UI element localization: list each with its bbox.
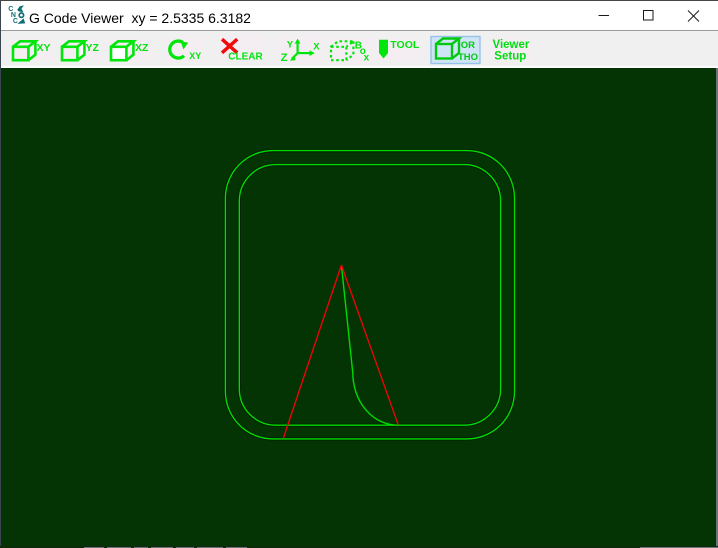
svg-text:Viewer: Viewer: [493, 39, 530, 51]
svg-text:Y: Y: [287, 39, 294, 50]
svg-text:X: X: [313, 42, 320, 53]
svg-text:Setup: Setup: [494, 51, 526, 63]
svg-text:OR: OR: [461, 40, 475, 51]
svg-text:XY: XY: [189, 51, 201, 61]
svg-text:x: x: [364, 52, 370, 63]
svg-text:C: C: [13, 18, 18, 25]
svg-text:TOOL: TOOL: [390, 39, 420, 51]
svg-text:Z: Z: [281, 52, 288, 64]
svg-text:CLEAR: CLEAR: [228, 52, 263, 63]
svg-text:XY: XY: [37, 42, 51, 54]
svg-text:THO: THO: [458, 52, 478, 63]
svg-text:YZ: YZ: [86, 42, 100, 54]
svg-text:XZ: XZ: [135, 42, 149, 54]
